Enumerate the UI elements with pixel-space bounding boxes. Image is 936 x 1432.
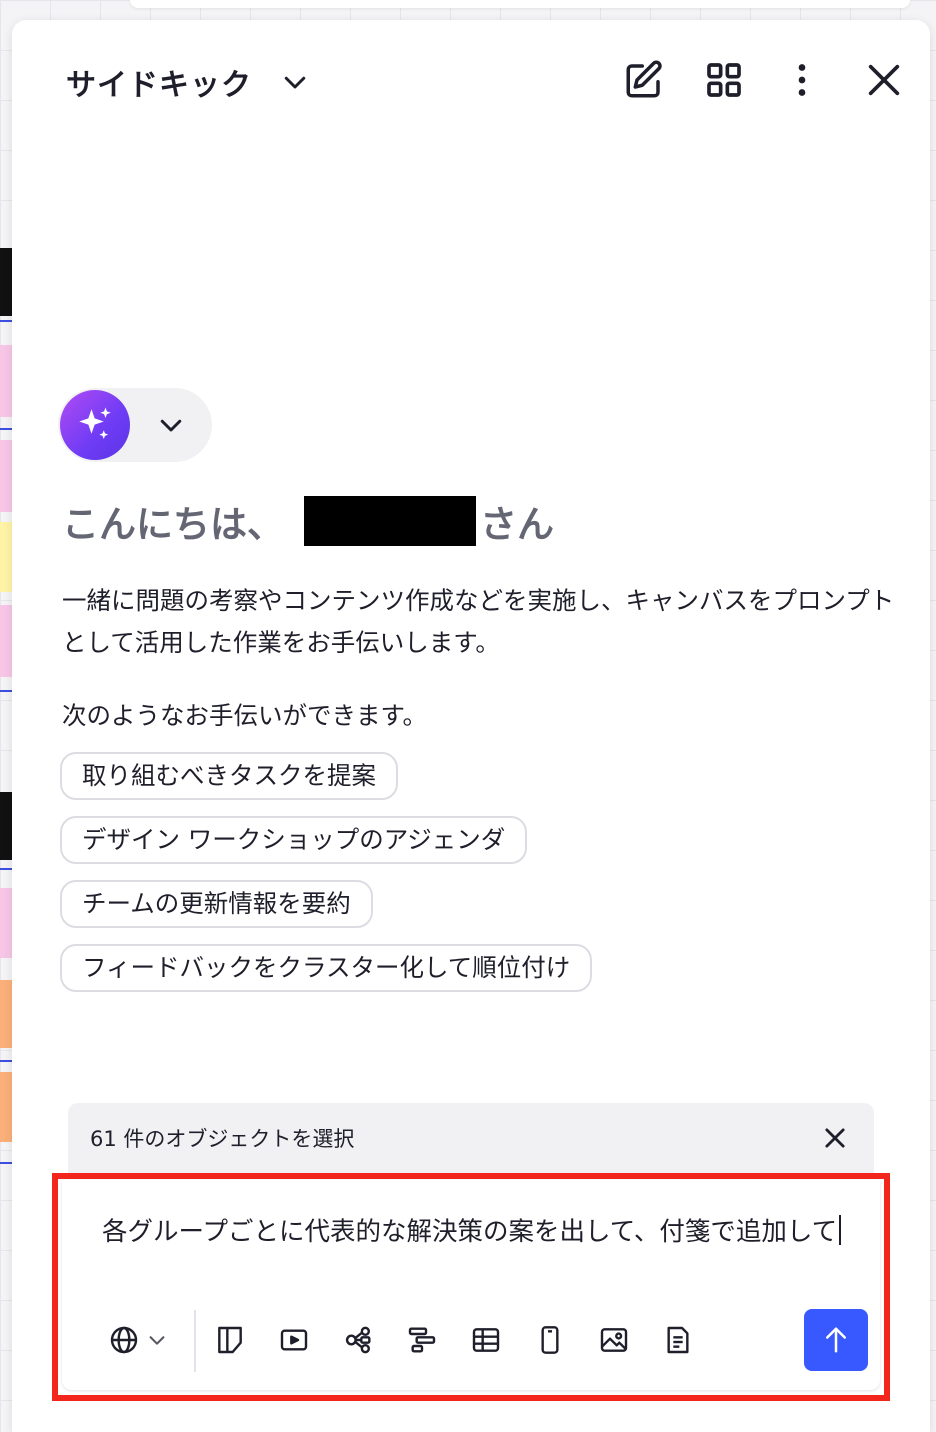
table-icon	[470, 1324, 502, 1356]
close-icon	[864, 60, 904, 100]
greeting-suffix: さん	[480, 503, 554, 546]
new-chat-button[interactable]	[622, 58, 666, 102]
prompt-input[interactable]: 各グループごとに代表的な解決策の案を出して、付箋で追加して	[102, 1212, 842, 1252]
intro-text: 一緒に問題の考察やコンテンツ作成などを実施し、キャンバスをプロンプトとして活用し…	[62, 586, 895, 657]
board-toolbar-edge	[130, 0, 910, 8]
timeline-tool[interactable]	[400, 1318, 444, 1362]
globe-icon	[108, 1324, 140, 1356]
timeline-icon	[406, 1324, 438, 1356]
selection-count-text: 61 件のオブジェクトを選択	[90, 1127, 355, 1151]
apps-grid-button[interactable]	[702, 58, 746, 102]
send-arrow-icon	[821, 1325, 851, 1355]
table-tool[interactable]	[464, 1318, 508, 1362]
assistant-selector[interactable]	[58, 388, 212, 462]
toolbar-divider	[194, 1310, 196, 1372]
slides-icon	[278, 1324, 310, 1356]
image-icon	[598, 1324, 630, 1356]
more-options-button[interactable]	[780, 58, 824, 102]
slides-tool[interactable]	[272, 1318, 316, 1362]
chevron-down-icon	[146, 1329, 168, 1351]
assistant-avatar	[60, 390, 130, 460]
document-icon	[662, 1324, 694, 1356]
document-tool[interactable]	[656, 1318, 700, 1362]
mind-map-icon	[342, 1324, 374, 1356]
panel-header: サイドキック	[12, 20, 930, 140]
suggestion-chip[interactable]: チームの更新情報を要約	[60, 880, 373, 928]
chevron-down-icon	[280, 67, 310, 97]
panel-title: サイドキック	[66, 68, 252, 103]
more-vertical-icon	[782, 60, 822, 100]
close-icon	[821, 1124, 849, 1152]
sidekick-panel: サイドキック こんにちは、 さん 一緒に問題の考察やコンテンツ作成などを実施し、…	[12, 20, 930, 1432]
redacted-username	[304, 496, 476, 546]
suggestions-heading: 次のようなお手伝いができます。	[62, 701, 428, 730]
sparkle-icon	[74, 404, 116, 446]
mobile-frame-icon	[534, 1324, 566, 1356]
sidekick-selector[interactable]: サイドキック	[66, 60, 310, 104]
suggestion-chip[interactable]: 取り組むべきタスクを提案	[60, 752, 398, 800]
image-tool[interactable]	[592, 1318, 636, 1362]
mobile-frame-tool[interactable]	[528, 1318, 572, 1362]
board-canvas-edge	[0, 0, 12, 1432]
prompt-composer: 各グループごとに代表的な解決策の案を出して、付箋で追加して	[62, 1180, 880, 1390]
chevron-down-icon	[156, 410, 186, 440]
greeting-heading: こんにちは、 さん	[62, 496, 554, 546]
text-caret	[839, 1215, 842, 1245]
suggestion-chip[interactable]: フィードバックをクラスター化して順位付け	[60, 944, 593, 992]
close-panel-button[interactable]	[862, 58, 906, 102]
composer-toolbar	[92, 1308, 870, 1372]
mind-map-tool[interactable]	[336, 1318, 380, 1362]
send-button[interactable]	[804, 1309, 868, 1371]
grid-icon	[704, 60, 744, 100]
new-chat-icon	[623, 59, 665, 101]
selection-context-bar: 61 件のオブジェクトを選択	[68, 1103, 874, 1173]
greeting-prefix: こんにちは、	[62, 503, 284, 546]
prompt-input-value: 各グループごとに代表的な解決策の案を出して、付箋で追加して	[102, 1217, 838, 1247]
suggestion-chip[interactable]: デザイン ワークショップのアジェンダ	[60, 816, 528, 864]
language-selector[interactable]	[92, 1308, 184, 1372]
sticky-note-icon	[214, 1324, 246, 1356]
sticky-note-tool[interactable]	[208, 1318, 252, 1362]
clear-selection-button[interactable]	[816, 1119, 854, 1157]
